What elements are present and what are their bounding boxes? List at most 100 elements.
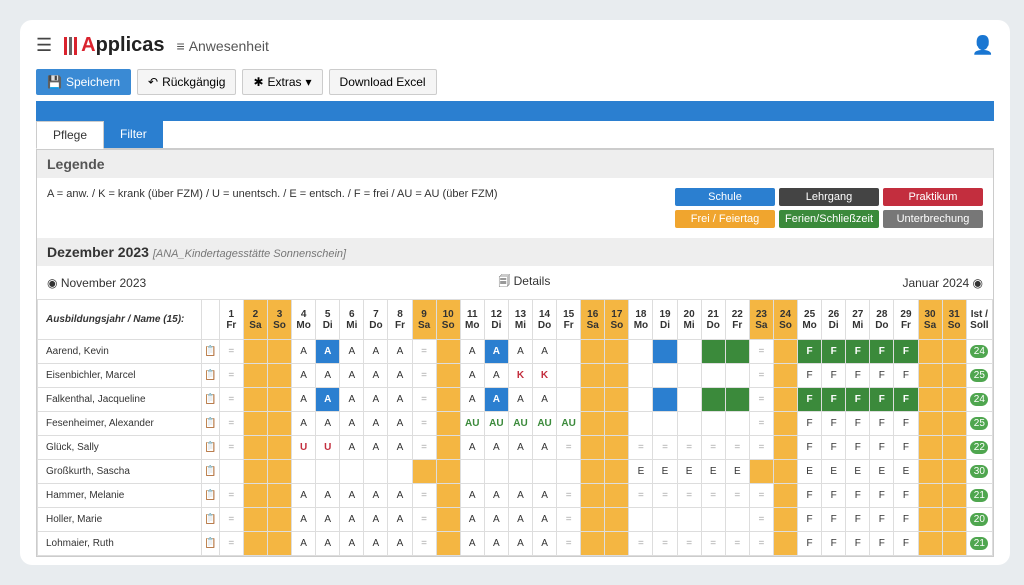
grid-cell[interactable]: E bbox=[798, 460, 822, 484]
grid-cell[interactable]: F bbox=[870, 364, 894, 388]
grid-cell[interactable] bbox=[725, 412, 749, 436]
grid-cell[interactable]: = bbox=[749, 508, 773, 532]
grid-cell[interactable]: = bbox=[749, 532, 773, 556]
grid-cell[interactable] bbox=[581, 340, 605, 364]
grid-cell[interactable] bbox=[942, 340, 966, 364]
grid-cell[interactable]: = bbox=[219, 364, 243, 388]
tab-pflege[interactable]: Pflege bbox=[36, 121, 104, 149]
grid-cell[interactable]: F bbox=[894, 484, 918, 508]
grid-cell[interactable]: F bbox=[846, 388, 870, 412]
row-name[interactable]: Glück, Sally bbox=[38, 436, 202, 460]
calendar-icon[interactable]: 📋 bbox=[202, 460, 220, 484]
grid-cell[interactable]: A bbox=[364, 436, 388, 460]
grid-cell[interactable]: = bbox=[701, 436, 725, 460]
grid-cell[interactable]: = bbox=[701, 532, 725, 556]
grid-cell[interactable]: E bbox=[894, 460, 918, 484]
grid-cell[interactable]: A bbox=[292, 412, 316, 436]
grid-cell[interactable]: = bbox=[557, 436, 581, 460]
grid-cell[interactable]: = bbox=[557, 484, 581, 508]
row-name[interactable]: Hammer, Melanie bbox=[38, 484, 202, 508]
grid-cell[interactable] bbox=[243, 508, 267, 532]
grid-cell[interactable]: E bbox=[629, 460, 653, 484]
grid-cell[interactable]: AU bbox=[533, 412, 557, 436]
grid-cell[interactable] bbox=[436, 412, 460, 436]
grid-cell[interactable] bbox=[629, 364, 653, 388]
grid-cell[interactable]: A bbox=[340, 340, 364, 364]
row-name[interactable]: Holler, Marie bbox=[38, 508, 202, 532]
grid-cell[interactable] bbox=[677, 388, 701, 412]
grid-cell[interactable] bbox=[436, 364, 460, 388]
grid-cell[interactable] bbox=[243, 484, 267, 508]
grid-cell[interactable] bbox=[725, 388, 749, 412]
grid-cell[interactable]: A bbox=[508, 436, 532, 460]
grid-cell[interactable]: F bbox=[846, 532, 870, 556]
grid-cell[interactable]: = bbox=[412, 388, 436, 412]
grid-cell[interactable]: = bbox=[412, 412, 436, 436]
calendar-icon[interactable]: 📋 bbox=[202, 364, 220, 388]
grid-cell[interactable]: A bbox=[533, 508, 557, 532]
grid-cell[interactable]: A bbox=[484, 340, 508, 364]
grid-cell[interactable] bbox=[581, 484, 605, 508]
grid-cell[interactable] bbox=[605, 436, 629, 460]
row-name[interactable]: Lohmaier, Ruth bbox=[38, 532, 202, 556]
row-name[interactable]: Falkenthal, Jacqueline bbox=[38, 388, 202, 412]
grid-cell[interactable] bbox=[918, 412, 942, 436]
grid-cell[interactable]: F bbox=[798, 508, 822, 532]
undo-button[interactable]: ↶ Rückgängig bbox=[137, 69, 236, 95]
grid-cell[interactable] bbox=[918, 340, 942, 364]
grid-cell[interactable] bbox=[773, 388, 797, 412]
grid-cell[interactable]: F bbox=[846, 508, 870, 532]
grid-cell[interactable]: A bbox=[316, 508, 340, 532]
grid-cell[interactable] bbox=[653, 340, 677, 364]
grid-cell[interactable] bbox=[557, 340, 581, 364]
grid-cell[interactable] bbox=[243, 436, 267, 460]
grid-cell[interactable] bbox=[364, 460, 388, 484]
grid-cell[interactable] bbox=[749, 460, 773, 484]
grid-cell[interactable]: U bbox=[292, 436, 316, 460]
grid-cell[interactable]: = bbox=[749, 436, 773, 460]
details-link[interactable]: 🗐 Details bbox=[152, 272, 896, 293]
grid-cell[interactable] bbox=[436, 460, 460, 484]
grid-cell[interactable] bbox=[605, 388, 629, 412]
grid-cell[interactable] bbox=[942, 508, 966, 532]
grid-cell[interactable]: F bbox=[894, 364, 918, 388]
grid-cell[interactable] bbox=[436, 532, 460, 556]
grid-cell[interactable]: A bbox=[364, 484, 388, 508]
grid-cell[interactable]: AU bbox=[508, 412, 532, 436]
grid-cell[interactable] bbox=[557, 460, 581, 484]
grid-cell[interactable] bbox=[773, 364, 797, 388]
grid-cell[interactable]: F bbox=[798, 340, 822, 364]
grid-cell[interactable]: = bbox=[219, 388, 243, 412]
grid-cell[interactable]: = bbox=[629, 484, 653, 508]
grid-cell[interactable]: E bbox=[725, 460, 749, 484]
grid-cell[interactable]: = bbox=[749, 364, 773, 388]
grid-cell[interactable]: A bbox=[316, 532, 340, 556]
grid-cell[interactable]: = bbox=[749, 340, 773, 364]
grid-cell[interactable]: A bbox=[508, 508, 532, 532]
grid-cell[interactable] bbox=[267, 508, 291, 532]
grid-cell[interactable] bbox=[243, 388, 267, 412]
grid-cell[interactable]: F bbox=[822, 484, 846, 508]
grid-cell[interactable] bbox=[701, 340, 725, 364]
grid-cell[interactable] bbox=[557, 388, 581, 412]
grid-cell[interactable]: = bbox=[219, 508, 243, 532]
row-name[interactable]: Eisenbichler, Marcel bbox=[38, 364, 202, 388]
grid-cell[interactable] bbox=[316, 460, 340, 484]
grid-cell[interactable] bbox=[677, 508, 701, 532]
grid-cell[interactable]: = bbox=[412, 532, 436, 556]
grid-cell[interactable]: A bbox=[340, 436, 364, 460]
grid-cell[interactable]: F bbox=[822, 436, 846, 460]
grid-cell[interactable] bbox=[605, 412, 629, 436]
grid-cell[interactable] bbox=[773, 460, 797, 484]
grid-cell[interactable] bbox=[629, 508, 653, 532]
grid-cell[interactable] bbox=[605, 364, 629, 388]
grid-cell[interactable]: A bbox=[533, 340, 557, 364]
grid-cell[interactable] bbox=[629, 412, 653, 436]
grid-cell[interactable] bbox=[557, 364, 581, 388]
grid-cell[interactable] bbox=[388, 460, 412, 484]
grid-cell[interactable]: A bbox=[388, 388, 412, 412]
grid-cell[interactable]: F bbox=[894, 388, 918, 412]
grid-cell[interactable] bbox=[581, 364, 605, 388]
grid-cell[interactable]: A bbox=[364, 340, 388, 364]
grid-cell[interactable] bbox=[267, 460, 291, 484]
